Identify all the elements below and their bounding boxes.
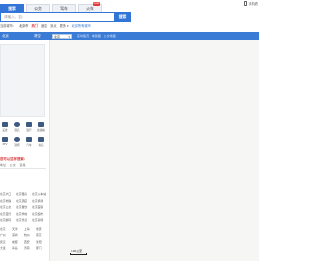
all-cities-link[interactable]: 北京所有城市 bbox=[72, 23, 91, 29]
hot-search-row: 当前城市： 北京市 热门 酒店 景点 更多 ▾ 北京所有城市 bbox=[0, 23, 91, 29]
quick-link[interactable]: 北京邮局 bbox=[0, 217, 16, 224]
tab-label: 搜索 bbox=[8, 6, 16, 11]
chevron-down-icon: ▾ bbox=[68, 34, 70, 39]
tab-drive[interactable]: 驾车 bbox=[52, 4, 76, 12]
more-dropdown[interactable]: 更多 ▾ bbox=[60, 23, 69, 29]
food-icon bbox=[2, 122, 8, 128]
category-label: 银行 bbox=[26, 128, 32, 132]
quick-link[interactable]: 北京商场 bbox=[32, 217, 48, 224]
city-link[interactable]: 大连 bbox=[0, 245, 12, 251]
category-label: 书店 bbox=[38, 143, 44, 147]
search-placeholder: 请输入，如： bbox=[4, 15, 26, 20]
divider bbox=[0, 168, 46, 169]
category-hotel[interactable]: 酒店 bbox=[12, 122, 22, 132]
category-bank[interactable]: 银行 bbox=[24, 122, 34, 132]
hot-link-hotel[interactable]: 酒店 bbox=[41, 23, 47, 29]
book-icon bbox=[38, 137, 44, 143]
search-tip-title: 您可以这样搜索： bbox=[0, 157, 28, 161]
search-button[interactable]: 搜索 bbox=[114, 12, 131, 22]
category-label: 美食 bbox=[2, 128, 8, 132]
category-icons-row-2: KTV 酒吧 汽车 书店 bbox=[0, 137, 46, 147]
tab-search[interactable]: 搜索 bbox=[0, 4, 24, 12]
city-links-row: 大连 青岛 济南 厦门 bbox=[0, 245, 48, 251]
category-food[interactable]: 美食 bbox=[0, 122, 10, 132]
tab-label: 火车 bbox=[86, 6, 94, 11]
quick-links: 北京户口 北京租房 北京火车站 北京地铁 北京酒店 北京机场 北京公交 北京餐饮 北京医院 … bbox=[0, 191, 48, 224]
map-scale-label: 100公里 bbox=[71, 249, 82, 253]
phone-icon bbox=[244, 1, 248, 6]
city-link[interactable]: 济南 bbox=[24, 245, 36, 251]
map-scale-bar: 100公里 bbox=[70, 249, 87, 255]
ad-placeholder bbox=[0, 44, 45, 117]
city-select-value: 北京 bbox=[54, 34, 61, 39]
search-input[interactable]: 请输入，如： bbox=[0, 12, 131, 22]
gas-icon bbox=[38, 122, 44, 128]
tab-bus[interactable]: 公交 bbox=[26, 4, 50, 12]
new-badge: new bbox=[92, 2, 100, 6]
category-gas[interactable]: 加油站 bbox=[36, 122, 46, 132]
city-links: 北京 天津 上海 重庆 广州 深圳 杭州 南京 武汉 成都 西安 沈阳 大连 青岛 济南 厦门 bbox=[0, 226, 48, 251]
result-label: 北京 bbox=[2, 34, 9, 38]
city-link[interactable]: 青岛 bbox=[12, 245, 24, 251]
search-tabs: 搜索 公交 驾车 火车 new bbox=[0, 2, 104, 12]
car-icon bbox=[26, 137, 32, 143]
category-label: 酒吧 bbox=[14, 143, 20, 147]
tab-label: 驾车 bbox=[60, 6, 68, 11]
quick-link[interactable]: 北京景点 bbox=[16, 217, 32, 224]
category-label: 酒店 bbox=[14, 128, 20, 132]
search-tip-sub: 地址 · 公交 · 道路 bbox=[0, 163, 26, 167]
city-select[interactable]: 北京 ▾ bbox=[52, 33, 72, 39]
category-label: 加油站 bbox=[37, 128, 45, 132]
category-icons-row-1: 美食 酒店 银行 加油站 bbox=[0, 122, 46, 132]
tab-train[interactable]: 火车 new bbox=[78, 2, 102, 12]
current-city-label: 当前城市： bbox=[0, 24, 16, 28]
tab-label: 公交 bbox=[34, 6, 42, 11]
mobile-link[interactable]: 手机看 bbox=[244, 1, 258, 6]
scale-ruler bbox=[70, 253, 87, 255]
bank-icon bbox=[26, 122, 32, 128]
map-layers-links[interactable]: 实时路况 · 地铁图 · 公交地图 bbox=[77, 32, 116, 40]
bar-icon bbox=[14, 137, 20, 143]
city-toolbar: 北京 清空 北京 ▾ 实时路况 · 地铁图 · 公交地图 bbox=[0, 32, 259, 40]
category-ktv[interactable]: KTV bbox=[0, 137, 10, 147]
clear-button[interactable]: 清空 bbox=[34, 32, 41, 40]
current-city[interactable]: 北京市 bbox=[19, 23, 29, 29]
category-bar[interactable]: 酒吧 bbox=[12, 137, 22, 147]
map-canvas[interactable] bbox=[50, 40, 259, 261]
hot-label: 热门 bbox=[31, 24, 38, 28]
hotel-icon bbox=[14, 122, 20, 128]
city-link[interactable]: 厦门 bbox=[36, 245, 48, 251]
category-label: 汽车 bbox=[26, 143, 32, 147]
mobile-link-label: 手机看 bbox=[248, 2, 258, 6]
category-book[interactable]: 书店 bbox=[36, 137, 46, 147]
category-label: KTV bbox=[2, 142, 8, 146]
ktv-icon bbox=[2, 137, 8, 143]
hot-link-scenic[interactable]: 景点 bbox=[50, 23, 56, 29]
category-car[interactable]: 汽车 bbox=[24, 137, 34, 147]
quick-links-row: 北京邮局 北京景点 北京商场 bbox=[0, 217, 48, 224]
